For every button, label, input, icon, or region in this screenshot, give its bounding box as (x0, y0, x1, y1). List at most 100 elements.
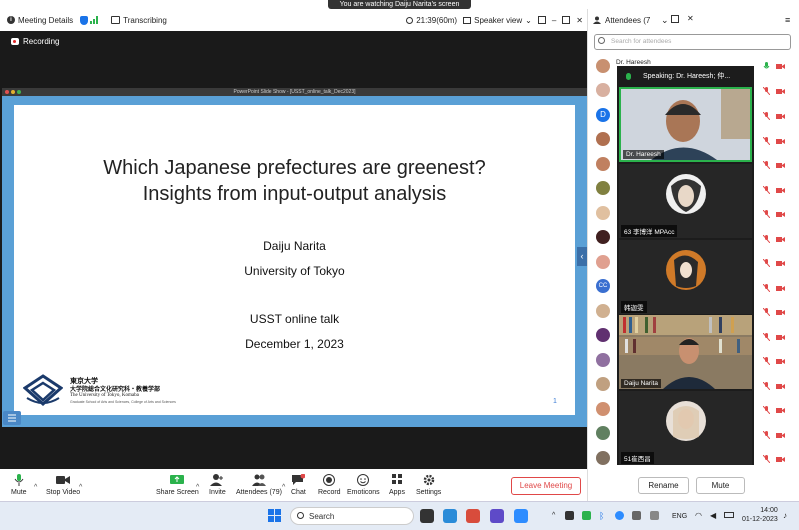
microphone-off-icon[interactable] (763, 137, 770, 145)
video-off-icon[interactable] (776, 63, 785, 70)
chevron-down-icon[interactable]: ⌄ (661, 15, 669, 26)
avatar[interactable] (596, 255, 610, 269)
leave-meeting-button[interactable]: Leave Meeting (511, 477, 581, 495)
microphone-off-icon[interactable] (763, 382, 770, 390)
microphone-off-icon[interactable] (763, 235, 770, 243)
attendees-button[interactable]: Attendees (79) (236, 474, 282, 496)
video-off-icon[interactable] (776, 138, 785, 145)
avatar[interactable] (596, 132, 610, 146)
mute-button[interactable]: Mute (11, 474, 27, 496)
tray-app-icon[interactable] (582, 511, 591, 520)
avatar[interactable] (596, 83, 610, 97)
avatar[interactable]: D (596, 108, 610, 122)
menu-icon[interactable]: ≡ (785, 15, 790, 25)
video-off-icon[interactable] (776, 456, 785, 463)
stop-video-button[interactable]: Stop Video (46, 474, 80, 496)
bluetooth-icon[interactable]: ᛒ (599, 511, 607, 521)
video-tile[interactable]: 63 李博洋 MPAcc (619, 164, 752, 238)
chat-button[interactable]: Chat (291, 473, 306, 496)
video-tile[interactable]: Dr. Hareesh (619, 87, 752, 162)
apps-button[interactable]: Apps (389, 474, 405, 496)
maximize-icon[interactable] (562, 16, 571, 24)
windows-start-icon[interactable] (268, 509, 282, 523)
invite-button[interactable]: Invite (209, 474, 226, 496)
mail-icon[interactable] (443, 509, 457, 523)
zoom-icon[interactable] (514, 509, 528, 523)
video-off-icon[interactable] (776, 260, 785, 267)
video-off-icon[interactable] (776, 162, 785, 169)
popout-icon[interactable] (671, 15, 679, 23)
video-off-icon[interactable] (776, 383, 785, 390)
slide-menu-button[interactable] (3, 411, 21, 425)
avatar[interactable] (596, 426, 610, 440)
security-status[interactable] (80, 15, 104, 25)
microphone-off-icon[interactable] (763, 284, 770, 292)
battery-icon[interactable] (724, 512, 734, 518)
task-view-icon[interactable] (420, 509, 434, 523)
video-off-icon[interactable] (776, 334, 785, 341)
microphone-off-icon[interactable] (763, 455, 770, 463)
recording-indicator[interactable]: Recording (11, 37, 59, 46)
wifi-icon[interactable]: ◠ (695, 511, 702, 520)
tray-zoom-icon[interactable] (615, 511, 624, 520)
microphone-off-icon[interactable] (763, 431, 770, 439)
avatar[interactable] (596, 304, 610, 318)
tray-app-icon[interactable] (632, 511, 641, 520)
avatar[interactable] (596, 59, 610, 73)
settings-button[interactable]: Settings (416, 474, 441, 496)
video-off-icon[interactable] (776, 236, 785, 243)
avatar[interactable] (596, 402, 610, 416)
video-off-icon[interactable] (776, 211, 785, 218)
video-off-icon[interactable] (776, 407, 785, 414)
chevron-up-icon[interactable]: ^ (79, 484, 82, 491)
microphone-off-icon[interactable] (763, 161, 770, 169)
chevron-up-icon[interactable]: ^ (552, 512, 555, 519)
avatar[interactable] (596, 377, 610, 391)
avatar[interactable] (596, 353, 610, 367)
microphone-icon[interactable] (763, 62, 770, 70)
microphone-off-icon[interactable] (763, 406, 770, 414)
microphone-off-icon[interactable] (763, 357, 770, 365)
video-off-icon[interactable] (776, 309, 785, 316)
video-tile[interactable]: 韩迦雯 (619, 240, 752, 314)
volume-icon[interactable]: ◀ (710, 511, 716, 520)
share-screen-button[interactable]: Share Screen (156, 474, 199, 496)
avatar[interactable] (596, 181, 610, 195)
avatar[interactable] (596, 230, 610, 244)
microphone-off-icon[interactable] (763, 308, 770, 316)
tray-app-icon[interactable] (565, 511, 574, 520)
video-tile[interactable]: Daiju Narita (619, 315, 752, 389)
microphone-off-icon[interactable] (763, 259, 770, 267)
record-button[interactable]: Record (318, 474, 341, 496)
chevron-up-icon[interactable]: ^ (282, 484, 285, 491)
fullscreen-icon[interactable] (537, 16, 546, 24)
avatar[interactable] (596, 328, 610, 342)
close-icon[interactable]: ✕ (576, 16, 583, 25)
avatar[interactable] (596, 206, 610, 220)
close-icon[interactable]: ✕ (687, 14, 694, 23)
minimize-icon[interactable]: – (552, 16, 556, 25)
video-off-icon[interactable] (776, 432, 785, 439)
emoticons-button[interactable]: Emoticons (347, 474, 380, 496)
rename-button[interactable]: Rename (638, 477, 689, 494)
chevron-up-icon[interactable]: ^ (196, 484, 199, 491)
microphone-off-icon[interactable] (763, 112, 770, 120)
avatar[interactable] (596, 157, 610, 171)
video-off-icon[interactable] (776, 285, 785, 292)
mute-attendee-button[interactable]: Mute (696, 477, 745, 494)
notification-bell-icon[interactable]: ♪ (783, 511, 787, 520)
microphone-off-icon[interactable] (763, 333, 770, 341)
app-icon[interactable] (466, 509, 480, 523)
taskbar-clock[interactable]: 14:00 01-12-2023 (742, 506, 778, 524)
avatar[interactable] (596, 451, 610, 465)
collapse-panel-button[interactable]: ‹ (577, 247, 587, 266)
microphone-off-icon[interactable] (763, 87, 770, 95)
microphone-off-icon[interactable] (763, 210, 770, 218)
meeting-details-button[interactable]: i Meeting Details (7, 16, 73, 25)
video-off-icon[interactable] (776, 358, 785, 365)
language-indicator[interactable]: ENG (672, 513, 687, 520)
video-off-icon[interactable] (776, 88, 785, 95)
video-off-icon[interactable] (776, 187, 785, 194)
speaker-view-button[interactable]: Speaker view ⌄ (463, 16, 532, 25)
video-off-icon[interactable] (776, 113, 785, 120)
